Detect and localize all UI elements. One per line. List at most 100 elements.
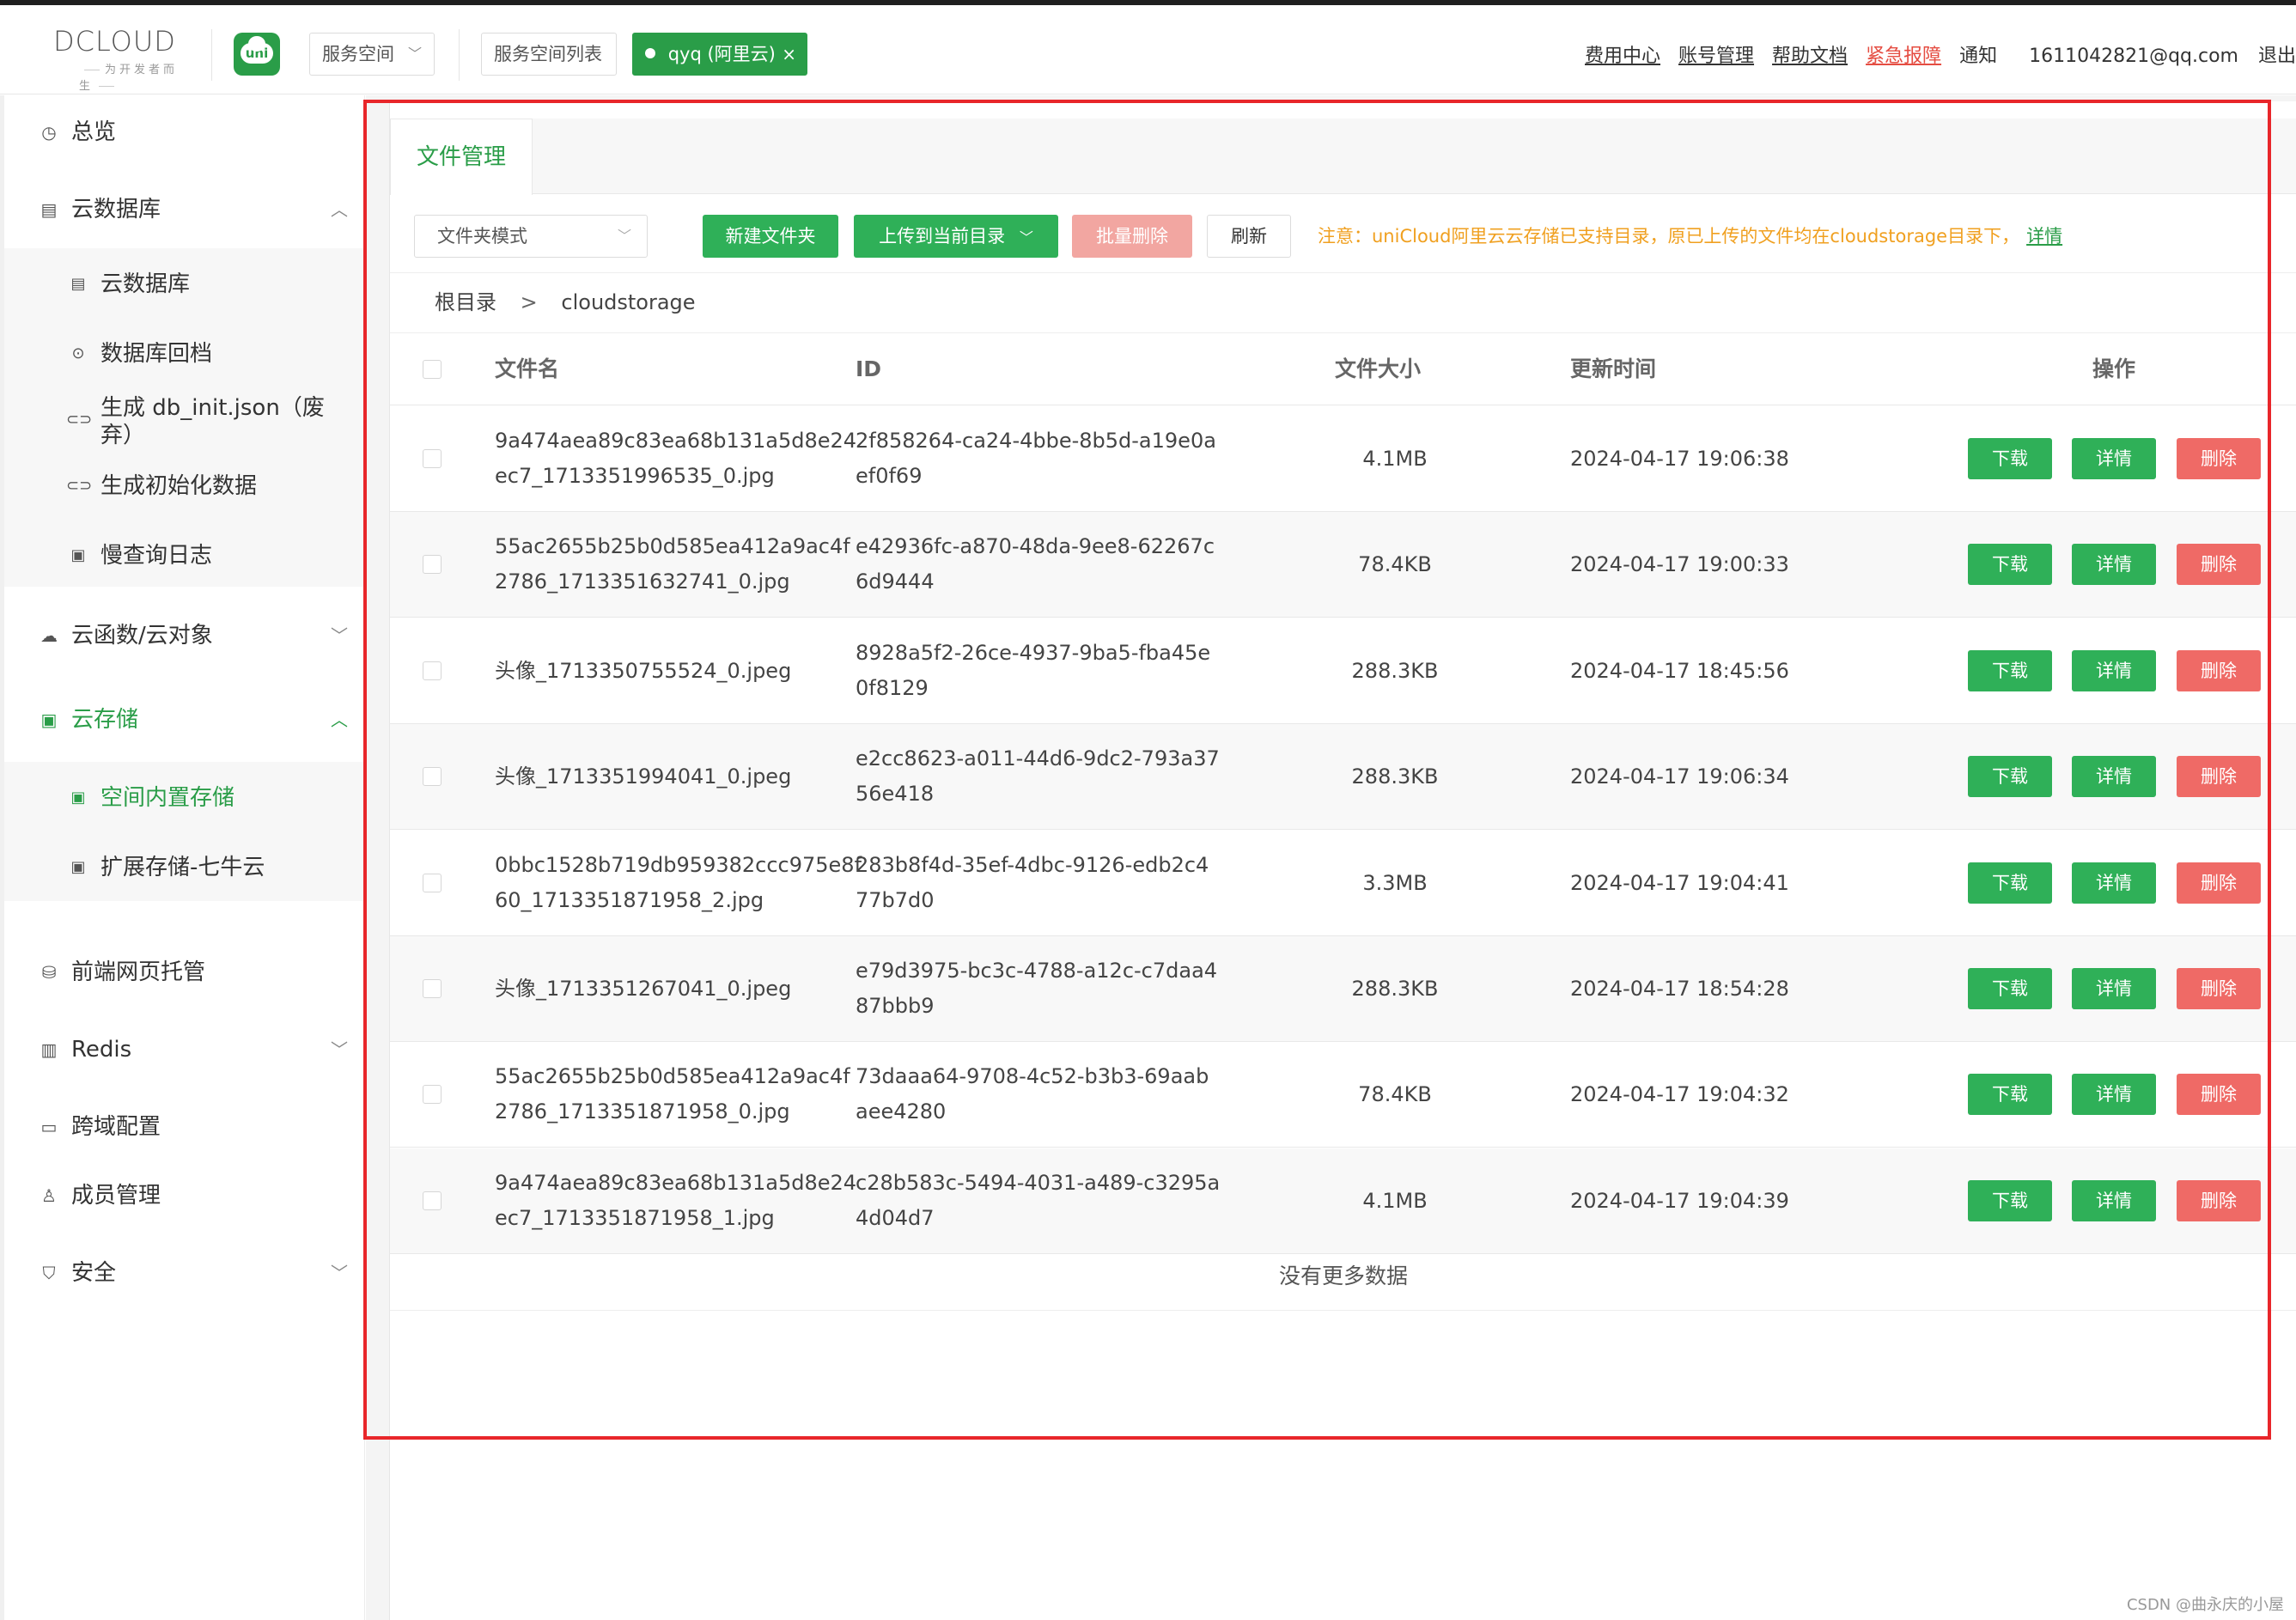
download-button[interactable]: 下载 — [1968, 1179, 2052, 1221]
detail-button[interactable]: 详情 — [2072, 1179, 2156, 1221]
sidebar-item-members[interactable]: ♙ 成员管理 — [4, 1159, 363, 1233]
delete-button[interactable]: 删除 — [2177, 544, 2261, 586]
download-button[interactable]: 下载 — [1968, 862, 2052, 904]
account-link[interactable]: 账号管理 — [1678, 46, 1754, 67]
row-checkbox[interactable] — [423, 661, 442, 680]
sidebar-item-overview[interactable]: ◷ 总览 — [4, 95, 363, 169]
sidebar-item-rollback[interactable]: ⊙ 数据库回档 — [4, 340, 363, 368]
file-name[interactable]: 头像_1713350755524_0.jpeg — [495, 618, 791, 724]
file-name[interactable]: 9a474aea89c83ea68b131a5d8e24 ec7_17133519… — [495, 423, 856, 494]
detail-button[interactable]: 详情 — [2072, 756, 2156, 798]
row-checkbox[interactable] — [423, 979, 442, 998]
sidebar-item-gen-data[interactable]: ⊂⊃ 生成初始化数据 — [4, 472, 363, 500]
dcloud-logo[interactable]: DCLOUD 为开发者而生 — [53, 24, 191, 93]
delete-button[interactable]: 删除 — [2177, 756, 2261, 798]
breadcrumb-current[interactable]: cloudstorage — [561, 290, 695, 314]
file-name[interactable]: 头像_1713351994041_0.jpeg — [495, 724, 791, 830]
logout-link[interactable]: 退出 — [2258, 46, 2296, 67]
user-email[interactable]: 1611042821@qq.com — [2029, 46, 2238, 67]
download-button[interactable]: 下载 — [1968, 968, 2052, 1009]
log-icon: ▣ — [70, 546, 86, 564]
file-manager-panel: 文件管理 文件夹模式 ﹀ 新建文件夹 上传到当前目录 ﹀ 批量删除 刷新 注意：… — [389, 101, 2296, 1620]
detail-button[interactable]: 详情 — [2072, 1074, 2156, 1116]
upload-button[interactable]: 上传到当前目录 ﹀ — [854, 215, 1058, 258]
storage-icon: ▣ — [40, 710, 58, 730]
detail-button[interactable]: 详情 — [2072, 544, 2156, 586]
delete-button[interactable]: 删除 — [2177, 968, 2261, 1009]
delete-button[interactable]: 删除 — [2177, 649, 2261, 691]
file-updated-value: 2024-04-17 19:04:32 — [1570, 1082, 1789, 1107]
sidebar-item-db[interactable]: ▤ 云数据库 — [4, 271, 363, 298]
sidebar-item-security[interactable]: ⛉ 安全 ﹀ — [4, 1236, 363, 1310]
file-updated-value: 2024-04-17 19:04:39 — [1570, 1188, 1789, 1213]
close-icon[interactable]: × — [782, 33, 796, 75]
delete-button[interactable]: 删除 — [2177, 1074, 2261, 1116]
file-size-value: 78.4KB — [1358, 1082, 1432, 1107]
delete-button[interactable]: 删除 — [2177, 1179, 2261, 1221]
download-button[interactable]: 下载 — [1968, 1074, 2052, 1116]
new-folder-button[interactable]: 新建文件夹 — [703, 215, 838, 258]
file-updated-value: 2024-04-17 18:54:28 — [1570, 977, 1789, 1001]
file-name[interactable]: 55ac2655b25b0d585ea412a9ac4f 2786_1713351… — [495, 529, 850, 600]
unicloud-icon[interactable]: uni — [234, 33, 280, 76]
detail-button[interactable]: 详情 — [2072, 968, 2156, 1009]
batch-delete-button[interactable]: 批量删除 — [1072, 215, 1192, 258]
tab-active-space[interactable]: qyq (阿里云) × — [632, 33, 807, 76]
tab-file-manager[interactable]: 文件管理 — [390, 119, 533, 195]
file-name[interactable]: 0bbc1528b719db959382ccc975e8f 60_17133518… — [495, 848, 862, 918]
chevron-up-icon: ︿ — [331, 710, 348, 730]
sidebar-item-label: 云数据库 — [71, 197, 161, 222]
row-checkbox[interactable] — [423, 1191, 442, 1210]
download-button[interactable]: 下载 — [1968, 438, 2052, 479]
sidebar-item-label: 慢查询日志 — [100, 543, 213, 569]
mode-select[interactable]: 文件夹模式 ﹀ — [414, 215, 648, 258]
help-docs-link[interactable]: 帮助文档 — [1772, 46, 1848, 67]
sidebar-item-builtin-storage[interactable]: ▣ 空间内置存储 — [4, 784, 363, 812]
sidebar-item-gen-init[interactable]: ⊂⊃ 生成 db_init.json（废弃） — [4, 394, 331, 449]
sidebar-item-hosting[interactable]: ⛁ 前端网页托管 — [4, 935, 363, 1009]
table-header: 文件名 ID 文件大小 更新时间 操作 — [390, 333, 2296, 405]
sidebar-item-cors[interactable]: ▭ 跨域配置 — [4, 1090, 363, 1164]
file-name[interactable]: 头像_1713351267041_0.jpeg — [495, 936, 791, 1042]
space-dropdown[interactable]: 服务空间 ﹀ — [309, 33, 435, 76]
emergency-link[interactable]: 紧急报障 — [1866, 46, 1941, 67]
sidebar-item-cloud-db[interactable]: ▤ 云数据库 ︿ — [4, 173, 363, 247]
sidebar-item-cloud-storage[interactable]: ▣ 云存储 ︿ — [4, 683, 363, 757]
row-checkbox[interactable] — [423, 767, 442, 787]
hosting-icon: ⛁ — [41, 962, 57, 983]
download-button[interactable]: 下载 — [1968, 756, 2052, 798]
sidebar-item-redis[interactable]: ▥ Redis ﹀ — [4, 1013, 363, 1087]
fee-center-link[interactable]: 费用中心 — [1585, 46, 1660, 67]
file-name-line1: 头像_1713351994041_0.jpeg — [495, 764, 792, 789]
col-actions: 操作 — [2092, 356, 2136, 381]
row-checkbox[interactable] — [423, 1085, 442, 1105]
download-button[interactable]: 下载 — [1968, 649, 2052, 691]
refresh-button[interactable]: 刷新 — [1207, 215, 1291, 258]
download-button[interactable]: 下载 — [1968, 544, 2052, 586]
file-name[interactable]: 55ac2655b25b0d585ea412a9ac4f 2786_1713351… — [495, 1059, 850, 1130]
breadcrumb-root[interactable]: 根目录 — [435, 290, 496, 314]
sidebar-item-qiniu[interactable]: ▣ 扩展存储-七牛云 — [4, 854, 363, 881]
select-all-checkbox[interactable] — [423, 360, 442, 379]
notice-link[interactable]: 通知 — [1959, 46, 1997, 67]
sidebar-item-cloud-func[interactable]: ☁ 云函数/云对象 ﹀ — [4, 599, 363, 673]
file-updated-value: 2024-04-17 18:45:56 — [1570, 658, 1789, 683]
row-checkbox[interactable] — [423, 449, 442, 468]
chevron-down-icon: ﹀ — [617, 228, 631, 244]
detail-button[interactable]: 详情 — [2072, 649, 2156, 691]
file-name-line1: 55ac2655b25b0d585ea412a9ac4f — [495, 534, 850, 559]
file-name[interactable]: 9a474aea89c83ea68b131a5d8e24 ec7_17133518… — [495, 1166, 856, 1236]
detail-button[interactable]: 详情 — [2072, 438, 2156, 479]
table-row: 9a474aea89c83ea68b131a5d8e24 ec7_17133518… — [390, 1148, 2296, 1254]
row-checkbox[interactable] — [423, 555, 442, 575]
uni-badge-label: uni — [245, 46, 269, 61]
sidebar-item-slow-log[interactable]: ▣ 慢查询日志 — [4, 542, 363, 569]
delete-button[interactable]: 删除 — [2177, 862, 2261, 904]
chevron-down-icon: ﹀ — [1019, 229, 1033, 246]
row-checkbox[interactable] — [423, 873, 442, 892]
tab-space-list[interactable]: 服务空间列表 — [481, 33, 617, 76]
notice-detail-link[interactable]: 详情 — [2026, 226, 2062, 247]
delete-button[interactable]: 删除 — [2177, 438, 2261, 479]
detail-button[interactable]: 详情 — [2072, 862, 2156, 904]
chevron-down-icon: ﹀ — [331, 1039, 348, 1060]
